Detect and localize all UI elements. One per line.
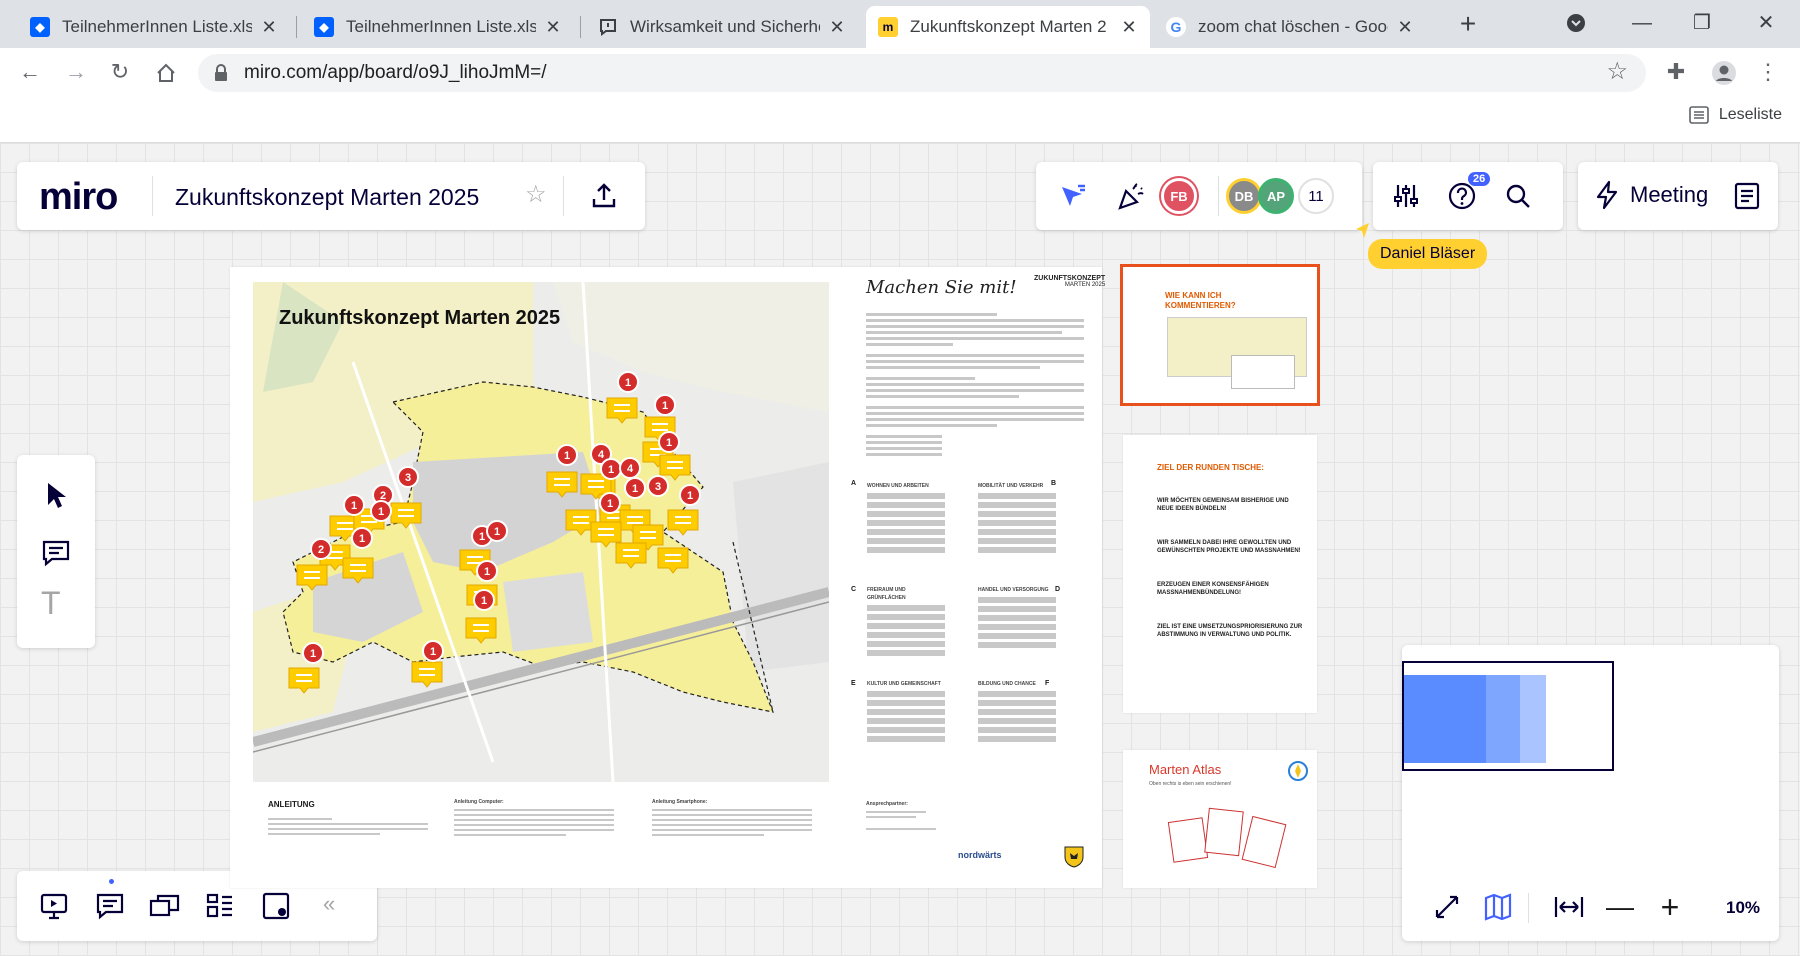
map-toggle-icon[interactable] [1481, 890, 1515, 924]
fit-screen-icon[interactable] [1430, 890, 1464, 924]
badge-count: 1 [494, 526, 500, 538]
comment-sticky-icon[interactable] [296, 564, 328, 591]
goal-text: ERZEUGEN EINER KONSENSFÄHIGEN MASSNAHMEN… [1157, 582, 1269, 596]
badge-count: 1 [484, 566, 490, 578]
badge-count: 1 [564, 450, 570, 462]
badge-count: 1 [625, 377, 631, 389]
comment-count-badge[interactable]: 1 [370, 500, 392, 522]
frame-marten-atlas[interactable]: Marten Atlas Oben rechts is eben sein er… [1123, 750, 1317, 888]
badge-count: 1 [359, 533, 365, 545]
fit-width-icon[interactable] [1552, 890, 1586, 924]
coat-of-arms-icon [1064, 846, 1084, 868]
comment-sticky-icon[interactable] [615, 542, 647, 569]
comment-count-badge[interactable]: 1 [351, 527, 373, 549]
comment-count-badge[interactable]: 1 [658, 431, 680, 453]
comment-sticky-icon[interactable] [411, 661, 443, 688]
badge-count: 3 [655, 481, 661, 493]
comment-count-badge[interactable]: 1 [654, 394, 676, 416]
badge-count: 1 [666, 437, 672, 449]
goal-text: WIR MÖCHTEN GEMEINSAM BISHERIGE UND NEUE… [1157, 498, 1289, 512]
badge-count: 1 [378, 506, 384, 518]
comment-count-badge[interactable]: 1 [486, 520, 508, 542]
poster-heading: Machen Sie mit! [866, 277, 1017, 298]
badge-count: 1 [310, 648, 316, 660]
badge-count: 1 [632, 483, 638, 495]
comment-count-badge[interactable]: 1 [476, 560, 498, 582]
topic-block: KULTUR UND GEMEINSCHAFT [867, 680, 945, 745]
badge-count: 1 [481, 595, 487, 607]
footer-computer: Anleitung Computer: [454, 798, 614, 839]
topic-block: BILDUNG UND CHANCE [978, 680, 1056, 745]
badge-count: 1 [351, 500, 357, 512]
partner-logo: nordwärts [958, 850, 1002, 860]
topic-block: FREIRAUM UND GRÜNFLÄCHEN [867, 586, 945, 659]
badge-count: 4 [598, 449, 605, 461]
topic-blocks: A WOHNEN UND ARBEITEN MOBILITÄT UND VERK… [851, 480, 1091, 742]
poster-title: Zukunftskonzept Marten 2025 [279, 307, 561, 329]
comment-count-badge[interactable]: 1 [679, 484, 701, 506]
comment-sticky-icon[interactable] [546, 471, 578, 498]
topic-block: WOHNEN UND ARBEITEN [867, 482, 945, 556]
badge-count: 1 [430, 646, 436, 658]
comment-count-badge[interactable]: 4 [619, 457, 641, 479]
zoom-level[interactable]: 10% [1726, 898, 1760, 918]
comment-sticky-icon[interactable] [465, 617, 497, 644]
topic-block: HANDEL UND VERSORGUNG [978, 586, 1056, 651]
frame-preview-dialog [1231, 355, 1295, 389]
footer-contact: Ansprechpartner: [866, 800, 966, 833]
comment-count-badge[interactable]: 3 [647, 475, 669, 497]
comment-sticky-icon[interactable] [657, 547, 689, 574]
comment-count-badge[interactable]: 1 [556, 444, 578, 466]
comment-count-badge[interactable]: 1 [473, 589, 495, 611]
poster-intro-text [866, 310, 1084, 459]
atlas-subtitle: Oben rechts is eben sein erschienen! [1149, 781, 1232, 787]
zoom-out-button[interactable]: — [1603, 890, 1637, 924]
badge-count: 1 [479, 531, 485, 543]
badge-count: 2 [318, 544, 324, 556]
badge-count: 1 [687, 490, 693, 502]
comment-sticky-icon[interactable] [390, 502, 422, 529]
comment-sticky-icon[interactable] [288, 667, 320, 694]
frame-how-to-comment[interactable]: WIE KANN ICH KOMMENTIEREN? [1120, 264, 1320, 406]
atlas-title: Marten Atlas [1149, 762, 1222, 777]
comment-count-badge[interactable]: 2 [310, 538, 332, 560]
comment-count-badge[interactable]: 1 [600, 458, 622, 480]
zoom-in-button[interactable]: + [1653, 889, 1687, 925]
comment-count-badge[interactable]: 1 [624, 477, 646, 499]
badge-count: 4 [627, 463, 634, 475]
frame-goals[interactable]: ZIEL DER RUNDEN TISCHE: WIR MÖCHTEN GEME… [1123, 435, 1317, 713]
footer-smartphone: Anleitung Smartphone: [652, 798, 812, 839]
comment-sticky-icon[interactable] [659, 454, 691, 481]
comment-count-badge[interactable]: 1 [599, 492, 621, 514]
footer-title: ANLEITUNG [268, 800, 315, 809]
comment-count-badge[interactable]: 1 [343, 494, 365, 516]
badge-count: 1 [662, 400, 668, 412]
goal-text: ZIEL IST EINE UMSETZUNGSPRIORISIERUNG ZU… [1157, 624, 1303, 638]
comment-sticky-icon[interactable] [342, 557, 374, 584]
comment-count-badge[interactable]: 1 [422, 640, 444, 662]
comment-count-badge[interactable]: 3 [397, 466, 419, 488]
minimap-panel: — + 10% [1402, 645, 1779, 941]
topic-block: MOBILITÄT UND VERKEHR [978, 482, 1056, 556]
footer-text [268, 815, 428, 838]
minimap-content [1520, 675, 1546, 763]
badge-count: 3 [405, 472, 411, 484]
brand-logo: ZUKUNFTSKONZEPT MARTEN 2025 [1034, 275, 1106, 288]
comment-count-badge[interactable]: 1 [617, 371, 639, 393]
comment-sticky-icon[interactable] [606, 397, 638, 424]
goal-text: WIR SAMMELN DABEI IHRE GEWOLLTEN UND GEW… [1157, 540, 1301, 554]
badge-count: 1 [607, 498, 613, 510]
atlas-illustration [1167, 807, 1287, 869]
badge-count: 1 [608, 464, 614, 476]
comment-sticky-icon[interactable] [667, 509, 699, 536]
compass-icon [1288, 761, 1308, 781]
comment-count-badge[interactable]: 1 [302, 642, 324, 664]
